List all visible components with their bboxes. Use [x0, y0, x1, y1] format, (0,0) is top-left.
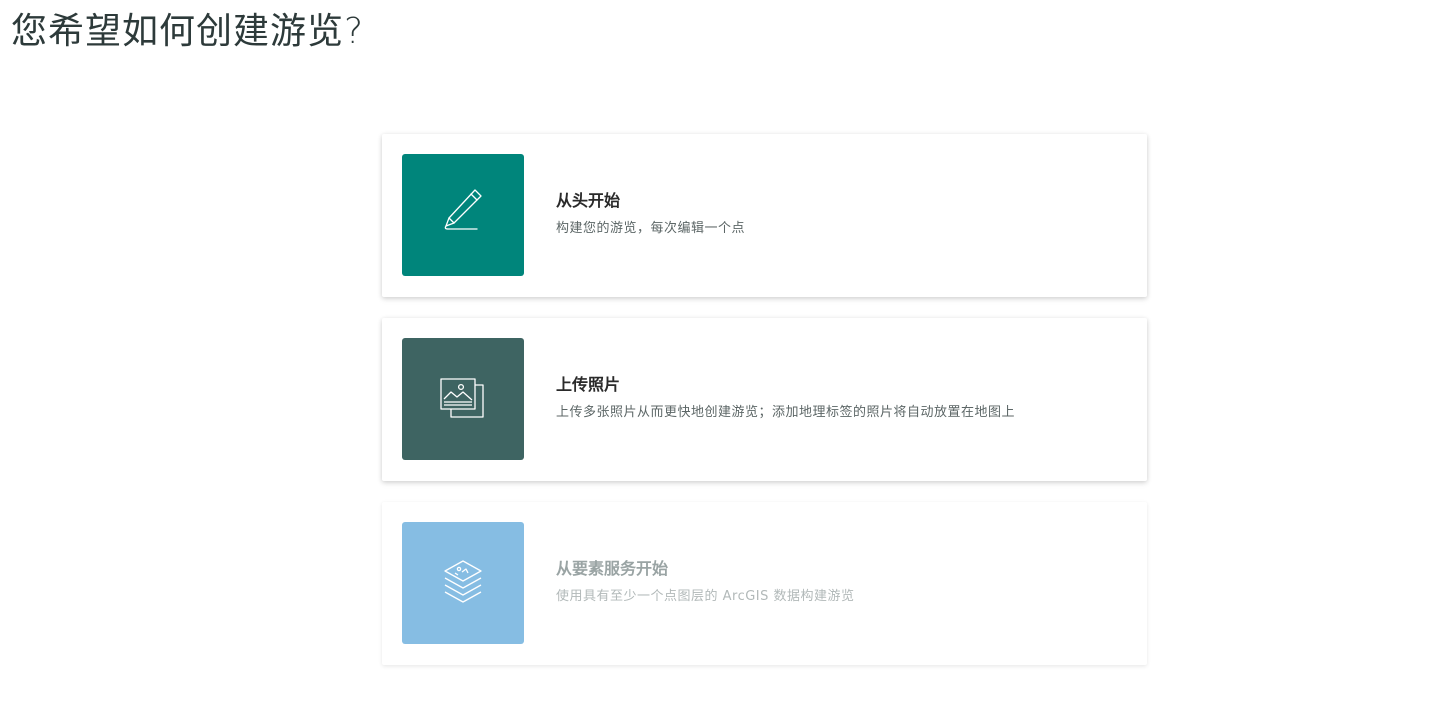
option-title: 从要素服务开始	[556, 558, 669, 578]
option-description: 上传多张照片从而更快地创建游览；添加地理标签的照片将自动放置在地图上	[556, 404, 1016, 420]
option-text: 上传照片 上传多张照片从而更快地创建游览；添加地理标签的照片将自动放置在地图上	[556, 318, 1127, 481]
option-text: 从头开始 构建您的游览，每次编辑一个点	[556, 134, 1127, 297]
option-icon-box	[402, 154, 524, 276]
option-icon-box	[402, 338, 524, 460]
option-from-scratch[interactable]: 从头开始 构建您的游览，每次编辑一个点	[382, 134, 1147, 297]
option-feature-service: 从要素服务开始 使用具有至少一个点图层的 ArcGIS 数据构建游览	[382, 502, 1147, 665]
option-title: 上传照片	[556, 374, 621, 394]
option-description: 使用具有至少一个点图层的 ArcGIS 数据构建游览	[556, 588, 855, 604]
options-list: 从头开始 构建您的游览，每次编辑一个点 上传照片 上传多张照片从而更快地创建游览…	[382, 134, 1147, 686]
option-icon-box	[402, 522, 524, 644]
create-tour-page: 您希望如何创建游览? 从头开始 构建您的游览，每次编辑一个点 上传照片 上传多张…	[0, 0, 1455, 708]
option-title: 从头开始	[556, 190, 621, 210]
photos-icon	[440, 378, 484, 418]
option-text: 从要素服务开始 使用具有至少一个点图层的 ArcGIS 数据构建游览	[556, 502, 1127, 665]
layers-icon	[444, 560, 482, 603]
pencil-icon	[444, 189, 482, 230]
option-upload-photos[interactable]: 上传照片 上传多张照片从而更快地创建游览；添加地理标签的照片将自动放置在地图上	[382, 318, 1147, 481]
option-description: 构建您的游览，每次编辑一个点	[556, 220, 746, 236]
page-title: 您希望如何创建游览?	[11, 11, 365, 52]
